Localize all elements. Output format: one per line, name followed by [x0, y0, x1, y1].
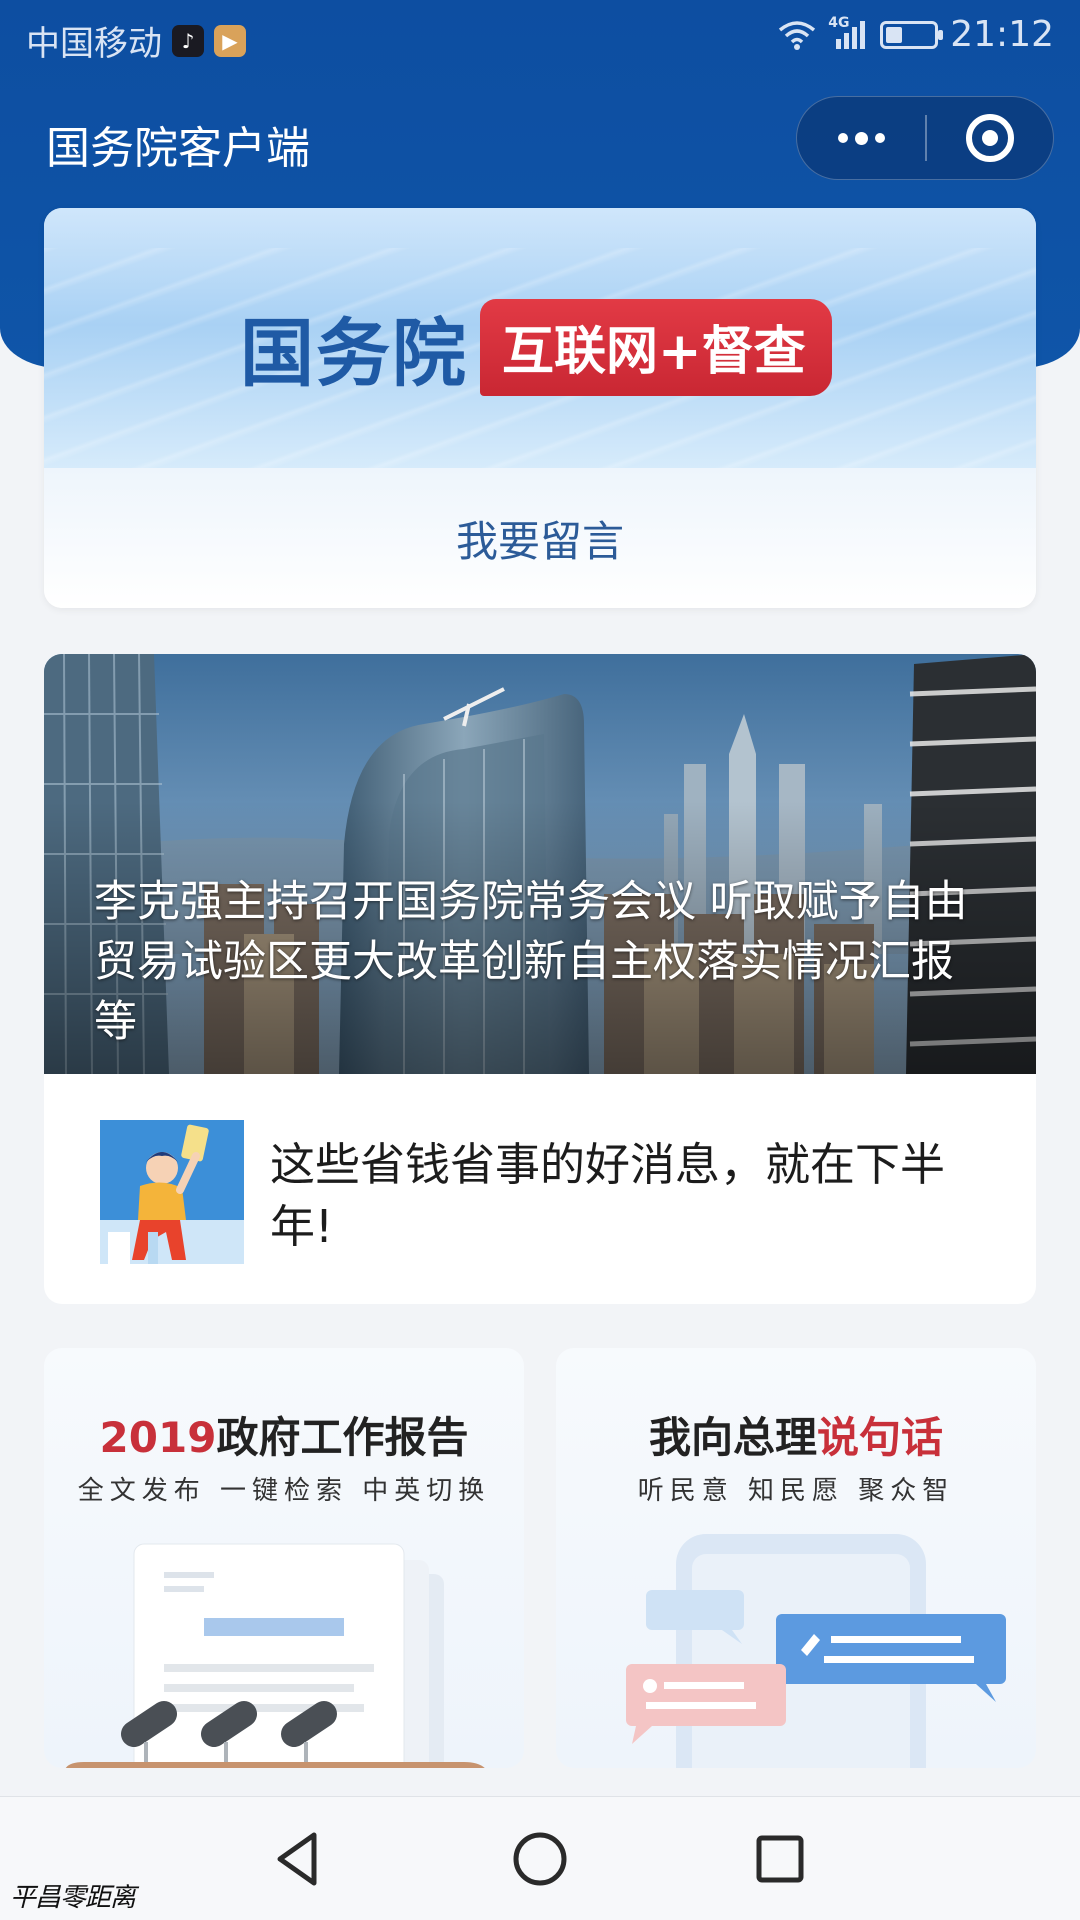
- signal-icon: 4G: [828, 15, 868, 51]
- government-report-subtitle: 全文发布 一键检索 中英切换: [77, 1476, 491, 1506]
- news-item-title: 这些省钱省事的好消息，就在下半年!: [270, 1138, 946, 1253]
- chat-phone-illustration: [626, 1534, 1006, 1768]
- banner-logo-main: 国务院: [240, 311, 468, 397]
- government-report-card[interactable]: 2019政府工作报告 全文发布 一键检索 中英切换: [44, 1348, 524, 1768]
- banner-logo-tag: 互联网+督查: [480, 299, 832, 396]
- news-thumbnail: [100, 1120, 244, 1264]
- banner-logo: 国务院 互联网+督查: [240, 294, 832, 401]
- status-time: 21:12: [950, 14, 1054, 55]
- wifi-icon: [779, 20, 816, 50]
- dot-icon: [874, 133, 885, 143]
- supervision-banner-card[interactable]: 国务院 互联网+督查 我要留言: [44, 208, 1036, 608]
- leave-message-button[interactable]: 我要留言: [44, 468, 1036, 608]
- carrier-name: 中国移动: [26, 24, 162, 64]
- leave-message-label: 我要留言: [455, 516, 624, 566]
- target-icon: [966, 114, 1014, 162]
- status-bar: 中国移动 ♪ ▶ 4G 21:12: [0, 0, 1080, 76]
- dot-icon: [854, 131, 868, 145]
- recent-apps-icon[interactable]: [748, 1827, 812, 1891]
- headline-news[interactable]: 李克强主持召开国务院常务会议 听取赋予自由贸易试验区更大改革创新自主权落实情况汇…: [44, 654, 1036, 1074]
- message-premier-subtitle: 听民意 知民愿 聚众智: [637, 1476, 955, 1506]
- message-premier-card[interactable]: 我向总理说句话 听民意 知民愿 聚众智: [556, 1348, 1036, 1768]
- close-miniprogram-button[interactable]: [927, 96, 1053, 180]
- watermark: 平昌零距离: [10, 1883, 136, 1913]
- back-icon[interactable]: [268, 1827, 332, 1891]
- system-navigation-bar: 平昌零距离: [0, 1797, 1080, 1920]
- dot-icon: [837, 133, 848, 143]
- headline-title: 李克强主持召开国务院常务会议 听取赋予自由贸易试验区更大改革创新自主权落实情况汇…: [94, 877, 968, 1047]
- miniprogram-capsule: [796, 96, 1054, 180]
- message-premier-title: 我向总理说句话: [648, 1413, 944, 1462]
- government-report-title: 2019政府工作报告: [99, 1413, 469, 1462]
- banner-image: 国务院 互联网+督查: [44, 208, 1036, 468]
- page-title: 国务院客户端: [46, 123, 310, 174]
- battery-icon: [880, 20, 944, 49]
- report-document-illustration: [65, 1543, 485, 1768]
- news-card: 李克强主持召开国务院常务会议 听取赋予自由贸易试验区更大改革创新自主权落实情况汇…: [44, 654, 1036, 1304]
- video-notification-icon: ▶: [214, 24, 246, 57]
- news-list-item[interactable]: 这些省钱省事的好消息，就在下半年!: [44, 1074, 1036, 1304]
- more-options-button[interactable]: [797, 96, 925, 180]
- tiktok-notification-icon: ♪: [172, 24, 204, 57]
- home-icon[interactable]: [508, 1827, 572, 1891]
